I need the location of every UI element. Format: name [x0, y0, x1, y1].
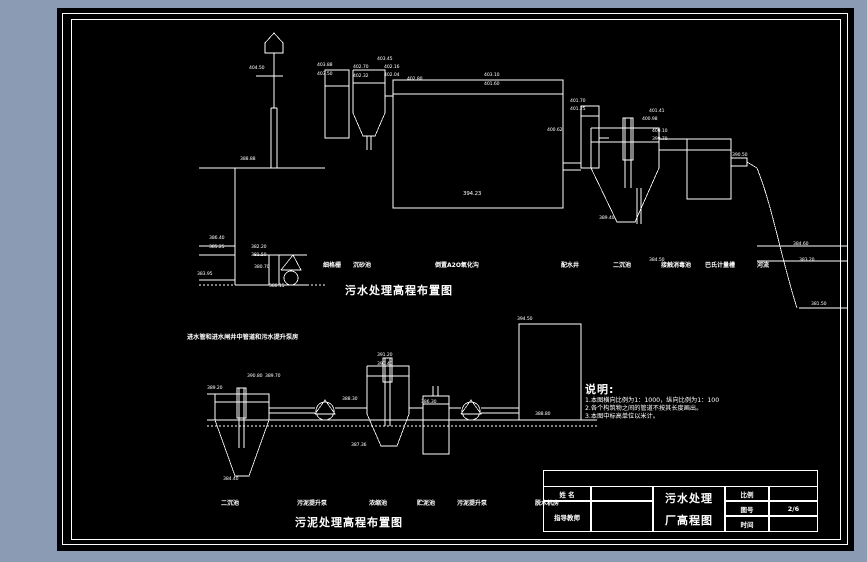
elevation-value: 403.50: [317, 72, 333, 77]
notes-block: 说明: 1.本图横向比例为1：1000，纵向比例为1：100 2.各个构筑物之间…: [585, 383, 719, 421]
elevation-value: 381.50: [251, 253, 267, 258]
elevation-value: 403.88: [317, 63, 333, 68]
elevation-value: 383.95: [197, 272, 213, 277]
drawing-title-line-1: 污水处理: [665, 491, 713, 505]
unit-label-river: 河流: [757, 262, 770, 269]
elevation-value: 399.70: [652, 137, 668, 142]
unit-label-sludge-pump-2: 污泥提升泵: [457, 500, 488, 507]
title-block: 姓 名 指导教师 污水处理 厂高程图 比例 图号 2/6 时间: [543, 470, 818, 532]
elevation-value: 404.50: [249, 66, 265, 71]
elevation-value: 401.70: [570, 99, 586, 104]
elevation-value: 382.20: [251, 245, 267, 250]
unit-label-secondary-clarifier: 二沉池: [613, 262, 632, 269]
elevation-value: 388.88: [240, 157, 256, 162]
elevation-value: 385.25: [209, 245, 225, 250]
title-block-scale-label: 比例: [725, 486, 769, 501]
notes-line-2: 2.各个构筑物之间的管道不按其长度画出。: [585, 405, 703, 412]
elevation-value: 380.70: [254, 265, 270, 270]
title-block-date-value[interactable]: [769, 516, 818, 532]
title-block-name-value[interactable]: [591, 486, 653, 501]
elevation-value: 402.32: [353, 74, 369, 79]
notes-header: 说明:: [585, 383, 615, 396]
elevation-value: 403.10: [484, 73, 500, 78]
elevation-value: 389.70: [265, 374, 281, 379]
unit-label-parshall-flume: 巴氏计量槽: [705, 262, 736, 269]
elevation-value: 390.50: [732, 153, 748, 158]
unit-label-sludge-storage: 贮泥池: [417, 500, 436, 507]
elevation-value: 381.50: [811, 302, 827, 307]
elevation-value: 394.50: [517, 317, 533, 322]
unit-label-oxidation-ditch: 倒置A2O氧化沟: [435, 262, 479, 269]
elevation-value: 389.20: [207, 386, 223, 391]
upper-diagram-annotation: 进水管和进水闸井中管道和污水提升泵房: [187, 334, 299, 341]
lower-diagram-title: 污泥处理高程布置图: [295, 516, 403, 529]
elevation-value: 401.60: [484, 82, 500, 87]
title-block-scale-value[interactable]: [769, 486, 818, 501]
unit-label-fine-screen: 细格栅: [323, 262, 342, 269]
title-block-drawing-title-box: 污水处理 厂高程图: [653, 486, 725, 532]
drawing-title-line-2: 厂高程图: [665, 513, 713, 527]
elevation-value: 401.41: [649, 109, 665, 114]
unit-label-thickener: 浓缩池: [369, 500, 388, 507]
elevation-value: 388.80: [535, 412, 551, 417]
elevation-value: 402.16: [384, 65, 400, 70]
title-block-number-value[interactable]: 2/6: [769, 501, 818, 516]
unit-label-contact-tank: 接触消毒池: [661, 262, 692, 269]
elevation-value: 390.80: [247, 374, 263, 379]
elevation-value: 383.20: [799, 258, 815, 263]
elevation-value: 387.36: [351, 443, 367, 448]
elevation-value: 403.45: [377, 57, 393, 62]
elevation-value: 394.23: [463, 191, 482, 197]
elevation-value: 386.30: [421, 400, 437, 405]
elevation-value: 380.15: [269, 284, 285, 289]
elevation-value: 401.25: [570, 107, 586, 112]
elevation-value: 402.04: [384, 73, 400, 78]
title-block-name-label: 姓 名: [543, 486, 591, 501]
elevation-value: 400.10: [652, 129, 668, 134]
elevation-value: 384.60: [793, 242, 809, 247]
elevation-value: 400.98: [642, 117, 658, 122]
unit-label-grit-chamber: 沉砂池: [353, 262, 372, 269]
elevation-value: 402.70: [353, 65, 369, 70]
title-block-instructor-label: 指导教师: [543, 501, 591, 532]
unit-label-distribution-well: 配水井: [561, 262, 580, 269]
unit-label-sludge-pump-1: 污泥提升泵: [297, 500, 328, 507]
elevation-value: 402.80: [407, 77, 423, 82]
title-block-date-label: 时间: [725, 516, 769, 532]
title-block-number-label: 图号: [725, 501, 769, 516]
unit-label-secondary-clarifier-lower: 二沉池: [221, 500, 240, 507]
cad-canvas: 404.50 403.88 403.50 402.70 402.32 403.4…: [57, 8, 854, 551]
elevation-value: 400.62: [547, 128, 563, 133]
elevation-value: 390.40: [377, 362, 393, 367]
elevation-value: 386.40: [209, 236, 225, 241]
title-block-instructor-value[interactable]: [591, 501, 653, 532]
elevation-value: 388.30: [342, 397, 358, 402]
elevation-value: 389.40: [599, 216, 615, 221]
elevation-value: 384.40: [223, 477, 239, 482]
upper-diagram-title: 污水处理高程布置图: [345, 284, 453, 297]
notes-line-3: 3.本图中标高单位以米计。: [585, 413, 659, 420]
elevation-value: 391.20: [377, 353, 393, 358]
notes-line-1: 1.本图横向比例为1：1000，纵向比例为1：100: [585, 397, 720, 404]
